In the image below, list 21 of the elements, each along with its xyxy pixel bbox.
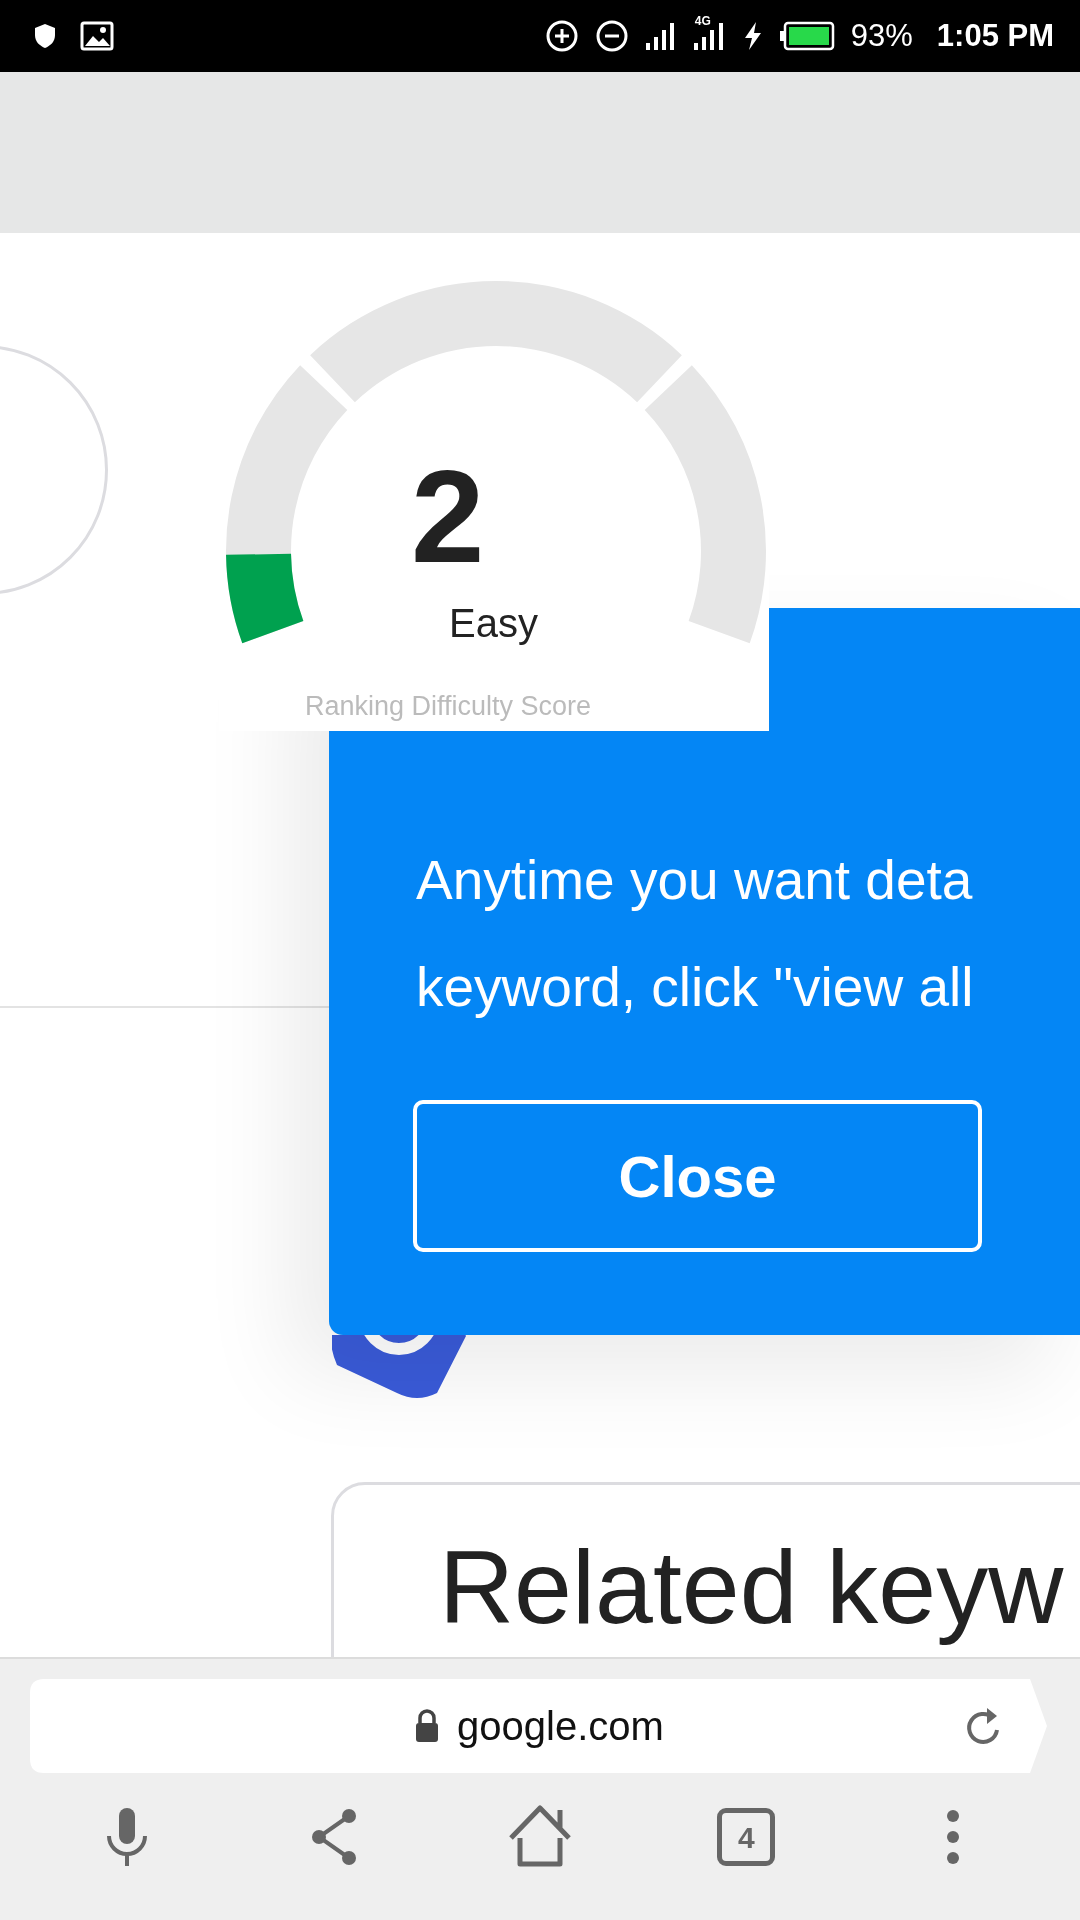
shield-icon [34,23,56,49]
card-title: Related keyw [439,1528,1064,1647]
popup-text: keyword, click "view all [416,955,974,1019]
minus-circle-icon [594,19,629,53]
close-button[interactable]: Close [413,1100,982,1252]
network-type-label: 4G [694,15,711,27]
difficulty-label: Easy [449,603,538,643]
battery-icon [778,21,835,51]
add-circle-icon [544,19,579,53]
gauge-caption: Ranking Difficulty Score [305,693,592,720]
image-icon [80,21,114,51]
tab-count-button[interactable]: 4 [717,1808,776,1866]
battery-percentage: 93% [850,16,913,55]
magnifier-logo-icon [332,1335,466,1401]
address-bar[interactable]: google.com [30,1679,1047,1773]
popup-text: Anytime you want deta [416,848,973,912]
score-value: 2 [411,451,485,583]
signal-icon [644,21,677,51]
url-text: google.com [457,1703,664,1750]
charging-bolt-icon [742,21,763,51]
clock-time: 1:05 PM [936,16,1054,55]
